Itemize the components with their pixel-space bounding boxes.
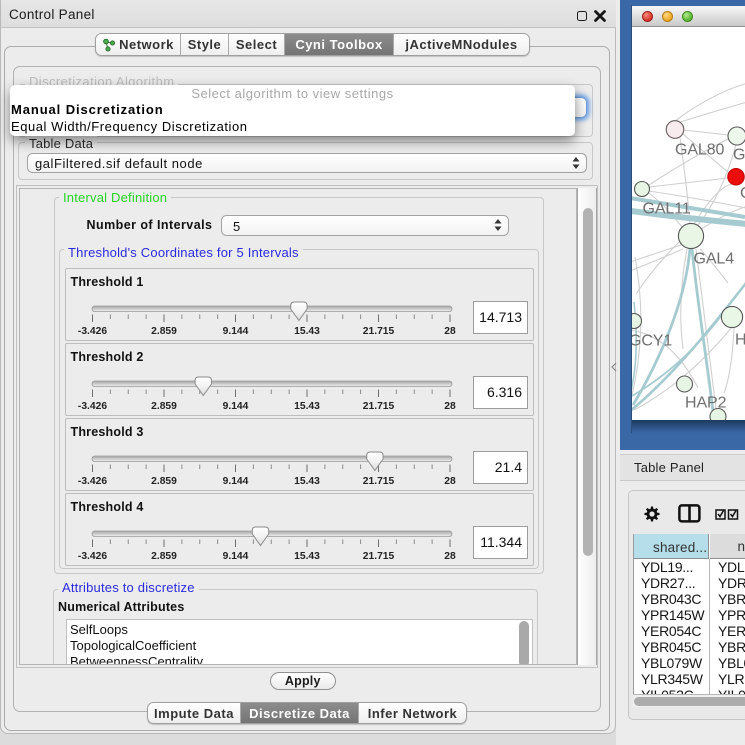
svg-text:H: H (735, 332, 745, 349)
svg-text:GCY1: GCY1 (632, 333, 672, 350)
svg-text:GAL4: GAL4 (694, 251, 735, 268)
svg-text:28: 28 (444, 476, 456, 487)
svg-text:2.859: 2.859 (151, 326, 177, 337)
svg-text:9.144: 9.144 (222, 326, 248, 337)
svg-text:21.715: 21.715 (362, 551, 394, 562)
svg-text:15.43: 15.43 (294, 551, 320, 562)
svg-text:GAL11: GAL11 (643, 201, 691, 218)
svg-text:C: C (740, 185, 745, 202)
svg-text:-3.426: -3.426 (77, 551, 106, 562)
svg-text:15.43: 15.43 (294, 401, 320, 412)
svg-text:9.144: 9.144 (222, 401, 248, 412)
svg-text:-3.426: -3.426 (77, 401, 106, 412)
svg-text:2.859: 2.859 (151, 476, 177, 487)
svg-text:HAP2: HAP2 (685, 395, 727, 412)
svg-text:28: 28 (444, 551, 456, 562)
svg-text:21.715: 21.715 (362, 401, 394, 412)
svg-text:GAL80: GAL80 (675, 142, 725, 159)
svg-text:15.43: 15.43 (294, 326, 320, 337)
svg-text:-3.426: -3.426 (77, 476, 106, 487)
svg-text:-3.426: -3.426 (77, 326, 106, 337)
svg-text:21.715: 21.715 (362, 476, 394, 487)
svg-text:9.144: 9.144 (222, 476, 248, 487)
svg-text:21.715: 21.715 (362, 326, 394, 337)
svg-text:2.859: 2.859 (151, 401, 177, 412)
svg-text:28: 28 (444, 326, 456, 337)
svg-text:GA: GA (733, 147, 745, 164)
svg-text:15.43: 15.43 (294, 476, 320, 487)
svg-text:2.859: 2.859 (151, 551, 177, 562)
svg-text:28: 28 (444, 401, 456, 412)
svg-text:9.144: 9.144 (222, 551, 248, 562)
